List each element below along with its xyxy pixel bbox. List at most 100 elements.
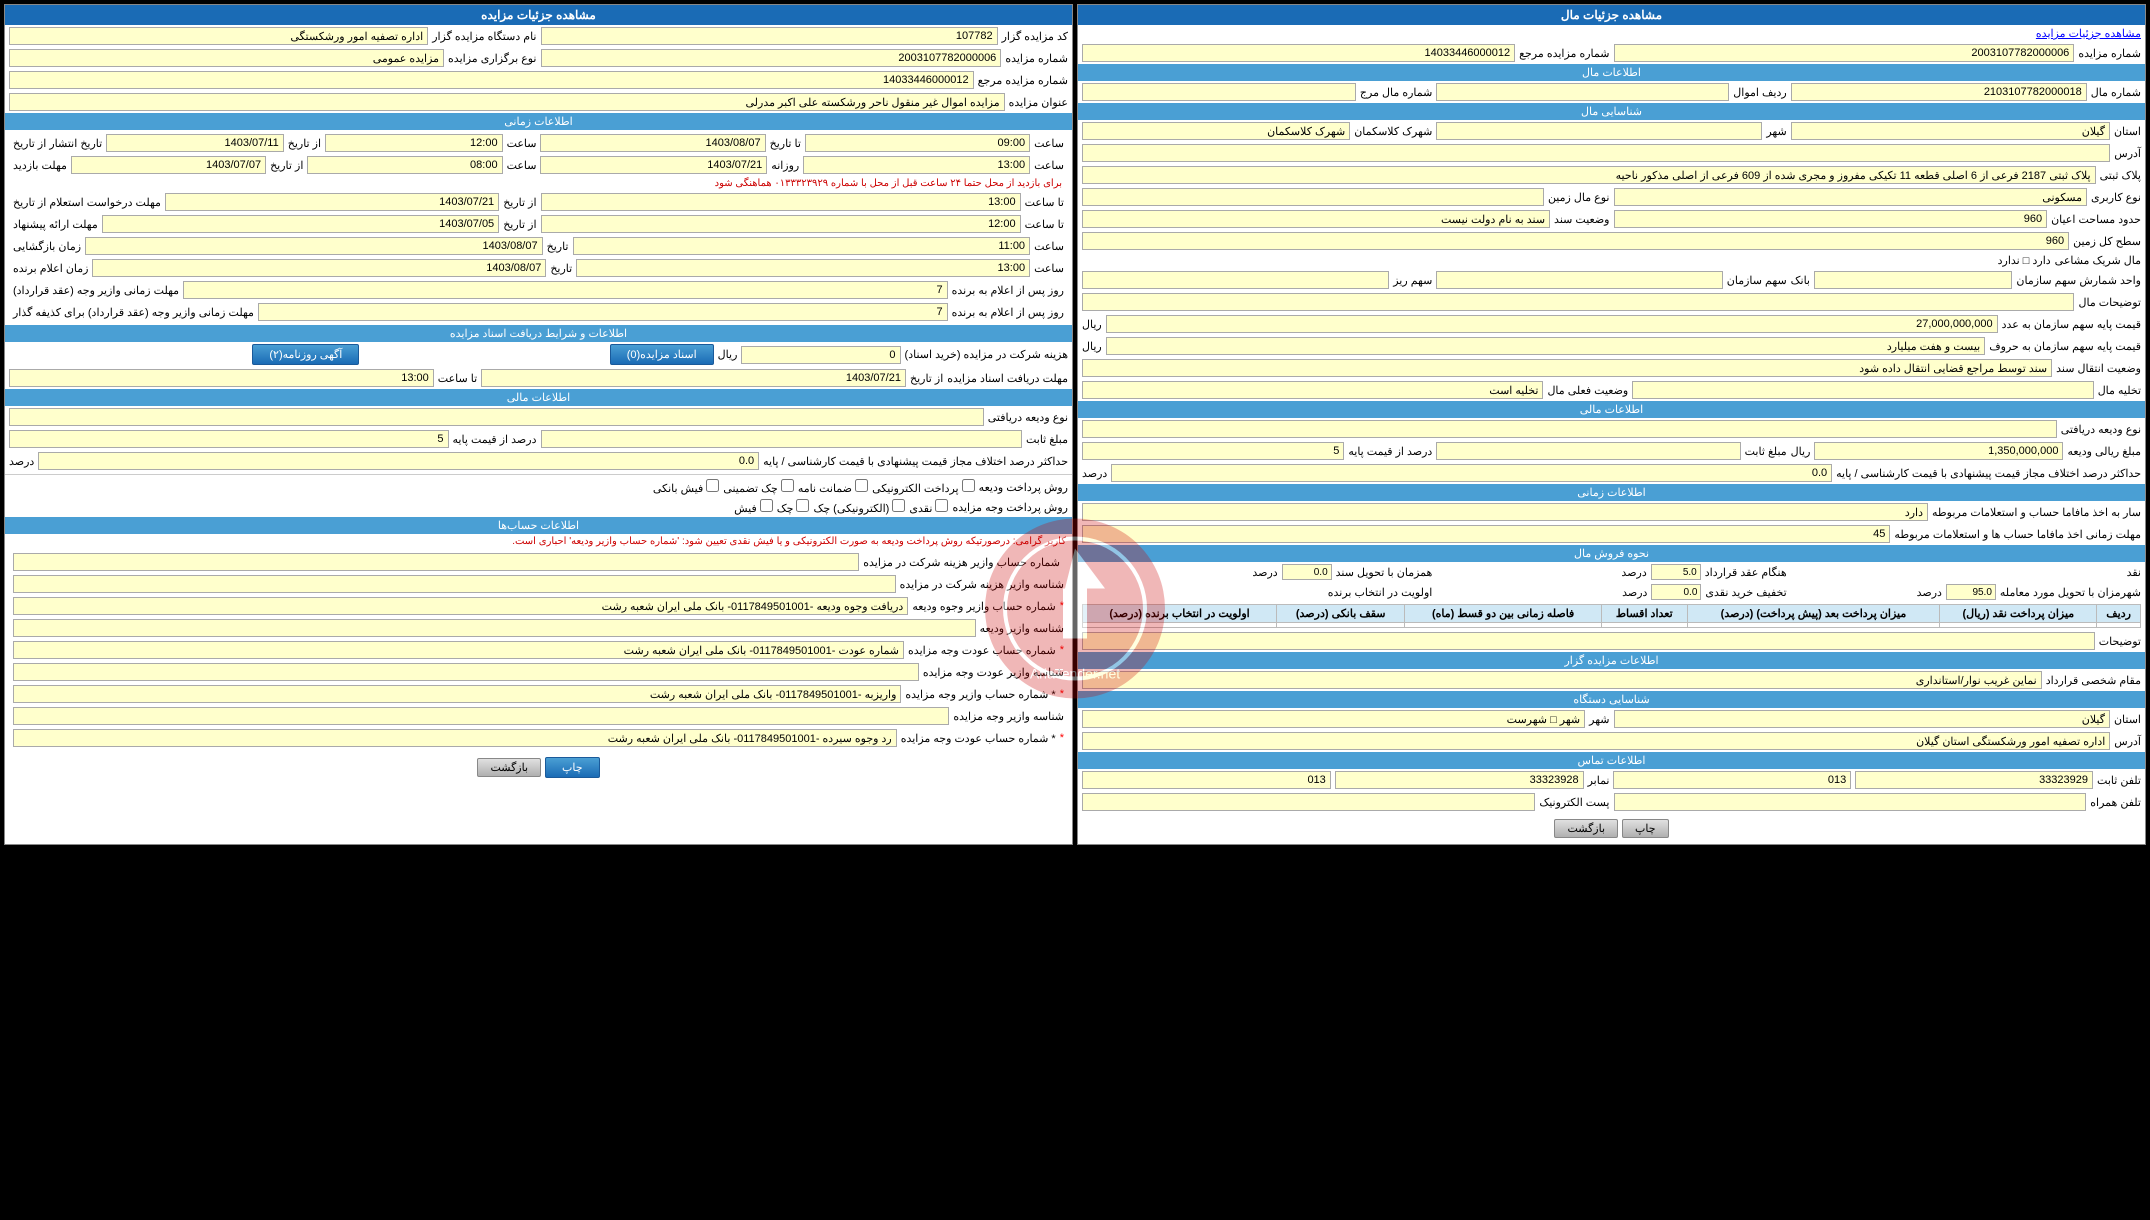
khrid-input[interactable] [1651, 584, 1701, 600]
asnad-btn[interactable]: اسناد مزایده(0) [610, 344, 714, 365]
tahvil-input[interactable] [1282, 564, 1332, 580]
ekhtelaf-input[interactable] [1111, 464, 1832, 482]
mohlat-to-date[interactable] [540, 156, 767, 174]
hesab-9-input[interactable] [13, 729, 897, 747]
vazeat-input[interactable] [1082, 359, 2052, 377]
shmareh-mrj-input[interactable] [9, 71, 974, 89]
hesab-1-input[interactable] [13, 553, 859, 571]
tel-input[interactable] [1855, 771, 2093, 789]
sabat-input[interactable] [1436, 442, 1740, 460]
shahr-input[interactable] [1436, 122, 1762, 140]
hesab-6-input[interactable] [13, 663, 919, 681]
auction-num-input[interactable] [1614, 44, 2075, 62]
arziyabi-from-date[interactable] [165, 193, 499, 211]
email-input[interactable] [1082, 793, 1535, 811]
onvan-input[interactable] [9, 93, 1005, 111]
mal-row-input[interactable] [1436, 83, 1729, 101]
vazed-input[interactable] [1814, 271, 2012, 289]
mohlat-input[interactable] [1082, 525, 1890, 543]
payment2-chek2[interactable]: چک [777, 499, 810, 515]
oghd-input[interactable] [1651, 564, 1701, 580]
moamehleh-input[interactable] [1946, 584, 1996, 600]
mablagh-input[interactable] [1814, 442, 2063, 460]
takhliyeh-input[interactable] [1632, 381, 2093, 399]
shahr2-input[interactable] [1082, 710, 1585, 728]
kod-input[interactable] [541, 27, 998, 45]
fax-code-input[interactable] [1082, 771, 1331, 789]
enteshar-from-date[interactable] [106, 134, 284, 152]
bazazgoshaii-date[interactable] [85, 237, 543, 255]
moghm-input[interactable] [1082, 671, 2042, 689]
hesab-4-input[interactable] [13, 619, 976, 637]
shmareh-input[interactable] [541, 49, 1002, 67]
mohlat-from-date[interactable] [71, 156, 266, 174]
tel-h-input[interactable] [1614, 793, 2087, 811]
mohlat-asnad-from[interactable] [481, 369, 906, 387]
right-ekhtelaf-input[interactable] [38, 452, 759, 470]
mohlat-asnad-sa[interactable] [9, 369, 434, 387]
left-back-btn[interactable]: بازگشت [1554, 819, 1618, 838]
enteshar-from-sa[interactable] [325, 134, 503, 152]
tel-code-input[interactable] [1613, 771, 1851, 789]
tozih-input[interactable] [1082, 632, 2095, 650]
agahi-btn[interactable]: آگهی روزنامه(۲) [252, 344, 359, 365]
vadiyeh-input[interactable] [1082, 420, 2057, 438]
breadcrumb-link[interactable]: مشاهده جزئیات مزایده [2036, 27, 2141, 40]
nomal-input[interactable] [1082, 188, 1544, 206]
ealam-sa[interactable] [576, 259, 1030, 277]
horiynat-input[interactable] [741, 346, 900, 364]
tawzih-input[interactable] [1082, 293, 2074, 311]
ealam-date[interactable] [92, 259, 546, 277]
payment2-chek[interactable]: (الکترونیکی) چک [813, 499, 905, 515]
masahat-input[interactable] [1614, 210, 2048, 228]
hesab-2-input[interactable] [13, 575, 896, 593]
hesab-5-input[interactable] [13, 641, 904, 659]
hesab-3-input[interactable] [13, 597, 908, 615]
auction-ref-input[interactable] [1082, 44, 1515, 62]
noebargozari-input[interactable] [9, 49, 444, 67]
arziyabi-to-sa[interactable] [541, 193, 1021, 211]
right-sabt-input[interactable] [541, 430, 1022, 448]
sahm-sazmn-input[interactable] [1436, 271, 1722, 289]
ostan2-input[interactable] [1614, 710, 2110, 728]
adrs2-input[interactable] [1082, 732, 2110, 750]
left-print-btn[interactable]: چاپ [1622, 819, 1669, 838]
fax-input[interactable] [1335, 771, 1584, 789]
bazazgoshaii-sa[interactable] [573, 237, 1031, 255]
mohlat-from-sa[interactable] [307, 156, 502, 174]
right-darsad-input[interactable] [9, 430, 449, 448]
shahrk-input[interactable] [1082, 122, 1350, 140]
hesab-7-input[interactable] [13, 685, 901, 703]
sath-input[interactable] [1082, 232, 2069, 250]
darsad-input[interactable] [1082, 442, 1344, 460]
mohlat-vg-input[interactable] [258, 303, 948, 321]
ostan-input[interactable] [1791, 122, 2110, 140]
sanad-input[interactable] [1082, 210, 1550, 228]
erae-to-sa[interactable] [541, 215, 1021, 233]
payment-zmanat[interactable]: ضمانت نامه [798, 479, 868, 495]
mohlat-to-sa[interactable] [803, 156, 1030, 174]
plak-input[interactable] [1082, 166, 2096, 184]
name-input[interactable] [9, 27, 428, 45]
enteshar-to-date[interactable] [540, 134, 765, 152]
qimat-input[interactable] [1106, 315, 1998, 333]
mal-num-input[interactable] [1791, 83, 2087, 101]
mohlat-g-input[interactable] [183, 281, 948, 299]
karbri-input[interactable] [1614, 188, 2087, 206]
payment2-naghd[interactable]: نقدی [909, 499, 948, 515]
right-print-btn[interactable]: چاپ [545, 757, 600, 778]
enteshar-to-sa[interactable] [805, 134, 1030, 152]
hesab-8-input[interactable] [13, 707, 949, 725]
takhliyeh-input2[interactable] [1082, 381, 1543, 399]
erae-from-date[interactable] [102, 215, 499, 233]
payment2-fish[interactable]: فیش [734, 499, 773, 515]
payment-chek[interactable]: چک تضمینی [723, 479, 794, 495]
sahm-riz-input[interactable] [1082, 271, 1389, 289]
vaziyat-input[interactable] [9, 408, 984, 426]
hesab-input[interactable] [1082, 503, 1928, 521]
adrs-input[interactable] [1082, 144, 2110, 162]
payment-fish[interactable]: فیش بانکی [653, 479, 719, 495]
right-back-btn[interactable]: بازگشت [477, 758, 541, 777]
payment-electronic[interactable]: پرداخت الکترونیکی [872, 479, 975, 495]
mal-ref-input[interactable] [1082, 83, 1356, 101]
